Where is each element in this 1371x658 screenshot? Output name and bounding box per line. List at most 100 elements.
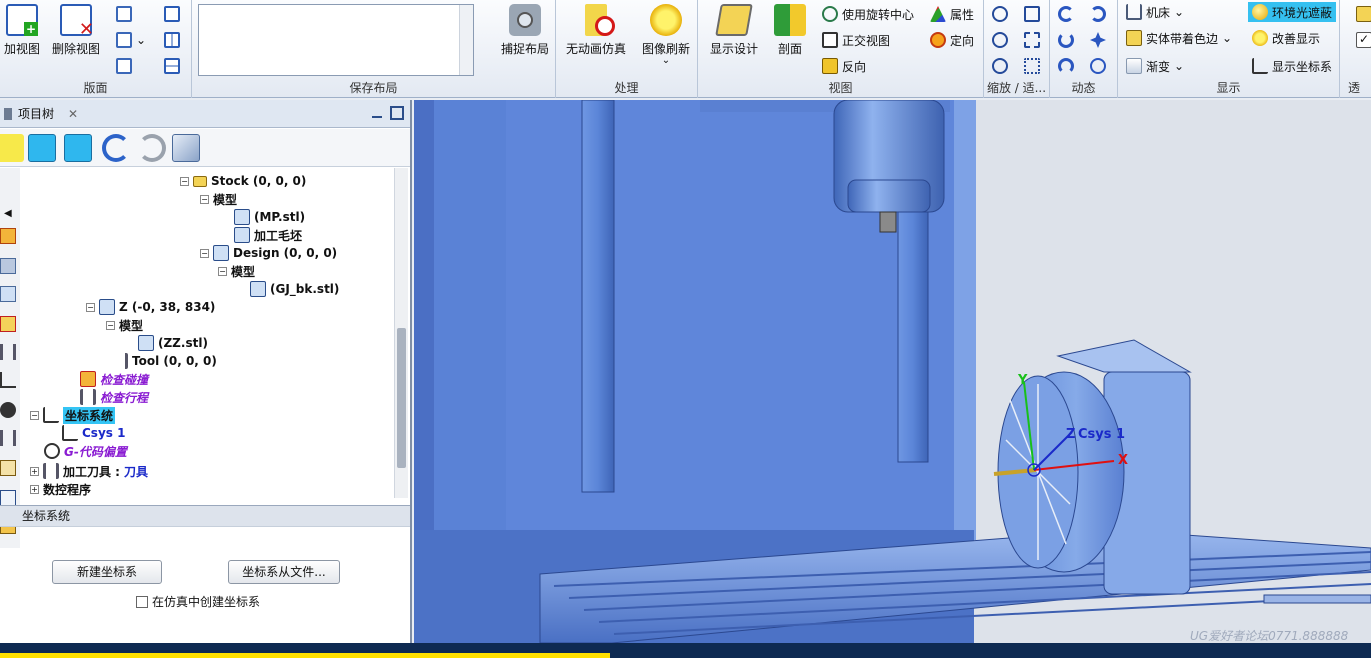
tool-icon[interactable] (0, 430, 16, 446)
new-csys-button[interactable]: 新建坐标系 (52, 560, 162, 584)
tree-node-stock[interactable]: − Stock (0, 0, 0) (180, 172, 306, 190)
tree-node-csys-root[interactable]: − 坐标系统 (30, 406, 116, 424)
display-settings-button[interactable]: 显示设计 (706, 4, 762, 57)
collision-icon[interactable] (0, 316, 16, 332)
chevron-down-icon: ⌄ (136, 33, 147, 47)
tree-node-design[interactable]: − Design (0, 0, 0) (200, 244, 337, 262)
tree-node-csys1[interactable]: Csys 1 (62, 424, 125, 442)
restore-icon[interactable] (390, 106, 404, 120)
tree-node-model[interactable]: − 模型 (106, 316, 143, 334)
delete-view-icon: ✕ (60, 4, 94, 39)
zoom-in-button[interactable] (992, 30, 1008, 50)
tree-scrollbar[interactable] (394, 168, 408, 498)
close-icon[interactable]: ✕ (68, 107, 78, 121)
expander-icon[interactable]: − (86, 302, 95, 312)
tree-node-model[interactable]: − 模型 (218, 262, 255, 280)
tree-node-check-travel[interactable]: 检查行程 (80, 388, 148, 406)
zoom-fit-button[interactable] (1024, 4, 1040, 24)
checkbox-box[interactable] (136, 595, 148, 608)
properties-sheet-icon[interactable] (28, 134, 56, 162)
scrollbar-thumb[interactable] (397, 328, 406, 468)
view-layout-dropdown[interactable]: ⌄ (116, 30, 146, 50)
ortho-view-button[interactable]: 正交视图 (822, 30, 890, 50)
tree-node-check-collision[interactable]: 检查碰撞 (80, 370, 148, 388)
zoom-window-button[interactable] (992, 4, 1008, 24)
csys-from-file-button[interactable]: 坐标系从文件... (228, 560, 340, 584)
gcode-offset-icon[interactable] (0, 402, 16, 418)
redo-icon[interactable] (138, 134, 166, 162)
expander-icon[interactable]: − (200, 194, 209, 204)
subroutine-icon[interactable] (0, 490, 16, 506)
export-icon[interactable] (172, 134, 200, 162)
delete-view-button[interactable]: ✕ 删除视图 (48, 4, 104, 57)
zoom-out-button[interactable] (992, 56, 1008, 76)
dynamic-zoom-button[interactable] (1090, 56, 1106, 76)
expander-icon[interactable]: − (218, 266, 227, 276)
ambient-occlusion-toggle[interactable]: 环境光遮蔽 (1248, 2, 1337, 22)
improve-display-button[interactable]: 改善显示 (1252, 28, 1320, 48)
3d-viewport[interactable]: X Y Z Csys 1 UG爱好者论坛0771.888888 (414, 100, 1371, 643)
add-component-icon[interactable] (64, 134, 92, 162)
tree-node-z-axis[interactable]: − Z (-0, 38, 834) (86, 298, 215, 316)
solid-color-edges-dropdown[interactable]: 实体带着色边 ⌄ (1126, 28, 1232, 48)
rotate-icon (1058, 6, 1074, 22)
tree-node-model[interactable]: − 模型 (200, 190, 237, 208)
expander-icon[interactable]: − (106, 320, 115, 330)
reverse-button[interactable]: 反向 (822, 56, 866, 76)
minimize-icon[interactable] (372, 106, 382, 118)
expander-icon[interactable]: + (30, 466, 39, 476)
rotate-x-button[interactable] (1058, 4, 1074, 24)
machine-scene[interactable]: X Y Z Csys 1 UG爱好者论坛0771.888888 (414, 100, 1371, 643)
rotate-z-button[interactable] (1058, 30, 1074, 50)
create-in-sim-checkbox[interactable]: 在仿真中创建坐标系 (136, 593, 260, 610)
orient-button[interactable]: 定向 (930, 30, 974, 50)
view-layout-icon-3[interactable] (116, 56, 132, 76)
undo-icon[interactable] (102, 134, 130, 162)
tree-node-nc-program[interactable]: + 数控程序 (30, 480, 91, 498)
show-csys-button[interactable]: 显示坐标系 (1252, 56, 1332, 76)
tree-node-blank[interactable]: 加工毛坯 (234, 226, 302, 244)
ribbon-group-dynamic: 动态 (1050, 0, 1118, 98)
add-stock-icon[interactable] (0, 228, 16, 244)
rotate-free-button[interactable] (1058, 56, 1074, 76)
machine-view-icon[interactable] (0, 258, 16, 274)
view-layout-icon-1[interactable] (116, 4, 132, 24)
expander-icon[interactable]: + (30, 484, 39, 494)
extra-checkbox[interactable]: ✓ (1356, 30, 1371, 50)
expander-icon[interactable]: − (200, 248, 209, 258)
zoom-extents-button[interactable] (1024, 56, 1040, 76)
tree-node-stl[interactable]: (ZZ.stl) (138, 334, 208, 352)
tree-node-stl[interactable]: (MP.stl) (234, 208, 305, 226)
rotate-y-button[interactable] (1090, 4, 1106, 24)
layout-list-scrollbar[interactable] (459, 5, 473, 75)
section-button[interactable]: 剖面 (768, 4, 812, 57)
fixture-icon[interactable] (0, 286, 16, 302)
csys-icon[interactable] (0, 372, 16, 388)
capture-layout-button[interactable]: 捕捉布局 (496, 4, 554, 57)
single-view-icon[interactable] (164, 4, 180, 24)
tree-node-stl[interactable]: (GJ_bk.stl) (250, 280, 339, 298)
gradient-dropdown[interactable]: 渐变 ⌄ (1126, 56, 1184, 76)
split-horizontal-icon[interactable] (164, 56, 180, 76)
split-vertical-icon[interactable] (164, 30, 180, 50)
use-rotation-center-button[interactable]: 使用旋转中心 (822, 4, 914, 24)
no-animation-sim-button[interactable]: 无动画仿真 (564, 4, 628, 57)
machine-dropdown[interactable]: 机床 ⌄ (1126, 2, 1184, 22)
image-refresh-button[interactable]: 图像刷新 ⌄ (636, 4, 696, 66)
travel-icon[interactable] (0, 344, 16, 360)
tree-node-cutting-tool[interactable]: + 加工刀具 : 刀具 (30, 462, 148, 480)
tree-node-tool[interactable]: Tool (0, 0, 0) (120, 352, 217, 370)
properties-button[interactable]: 属性 (930, 4, 974, 24)
expander-icon[interactable]: − (180, 176, 189, 186)
side-icon-bar: ◀ (0, 168, 20, 548)
layout-name-list[interactable] (198, 4, 474, 76)
collapse-all-icon[interactable] (0, 134, 24, 162)
tree-node-gcode-offset[interactable]: G-代码偏置 (44, 442, 127, 460)
nc-program-icon[interactable] (0, 460, 16, 476)
extra-icon[interactable] (1356, 4, 1371, 24)
zoom-all-button[interactable] (1024, 30, 1040, 50)
collapse-left-icon[interactable]: ◀ (4, 208, 12, 219)
add-view-button[interactable]: + 加视图 (0, 4, 44, 57)
pan-button[interactable] (1090, 30, 1106, 50)
expander-icon[interactable]: − (30, 410, 39, 420)
